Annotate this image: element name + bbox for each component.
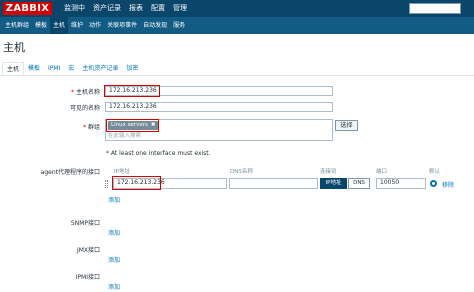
drag-handle-icon[interactable] (105, 180, 108, 188)
nav-configuration[interactable]: 配置 (147, 0, 169, 17)
tab-macros[interactable]: 宏 (64, 62, 78, 75)
default-interface-radio[interactable] (430, 180, 437, 187)
subnav-correlation[interactable]: 关联项事件 (104, 17, 140, 34)
col-default-header: 默认 (429, 169, 441, 175)
select-groups-button[interactable]: 选择 (335, 120, 358, 131)
col-dns-header: DNS名称 (230, 169, 253, 175)
agent-port-input[interactable]: 10050 (376, 178, 426, 189)
groups-search-placeholder[interactable]: 在此输入搜索 (108, 131, 141, 139)
connect-dns-button[interactable]: DNS (348, 178, 370, 189)
tab-bar: 主机 模板 IPMI 宏 主机资产记录 加密 (0, 62, 474, 76)
top-nav: 监测中 资产记录 报表 配置 管理 (60, 0, 191, 17)
zabbix-logo[interactable]: ZABBIX (3, 2, 52, 15)
add-snmp-interface-link[interactable]: 添加 (108, 228, 120, 237)
add-ipmi-interface-link[interactable]: 添加 (108, 282, 120, 291)
highlight-box (112, 176, 161, 190)
host-name-label: * 主机名称 (71, 89, 100, 96)
subnav-hosts[interactable]: 主机 (50, 17, 69, 34)
subnav-actions[interactable]: 动作 (86, 17, 104, 34)
agent-interface-label: agent代理程序的接口 (40, 169, 100, 176)
top-bar: ZABBIX 监测中 资产记录 报表 配置 管理 (0, 0, 474, 17)
remove-interface-link[interactable]: 移除 (442, 180, 454, 189)
snmp-interface-label: SNMP接口 (70, 220, 100, 227)
required-mark: * (83, 124, 87, 131)
highlight-box (104, 85, 160, 97)
agent-dns-input[interactable] (229, 178, 318, 189)
nav-inventory[interactable]: 资产记录 (89, 0, 125, 17)
required-mark: * (71, 89, 75, 96)
interface-warning: * At least one interface must exist. (106, 150, 211, 157)
subnav-host-groups[interactable]: 主机群组 (2, 17, 32, 34)
tab-encryption[interactable]: 加密 (122, 62, 142, 75)
col-port-header: 端口 (376, 169, 388, 175)
search-input[interactable] (409, 3, 461, 14)
tab-ipmi[interactable]: IPMI (44, 62, 64, 75)
sub-nav: 主机群组 模板 主机 维护 动作 关联项事件 自动发现 服务 (0, 17, 474, 34)
groups-label: * 群组 (83, 124, 100, 131)
tab-host[interactable]: 主机 (2, 62, 25, 75)
subnav-discovery[interactable]: 自动发现 (140, 17, 170, 34)
connect-ip-button[interactable]: IP地址 (320, 178, 347, 189)
nav-administration[interactable]: 管理 (169, 0, 191, 17)
add-agent-interface-link[interactable]: 添加 (108, 195, 120, 204)
ipmi-interface-label: IPMI接口 (75, 274, 100, 281)
subnav-maintenance[interactable]: 维护 (68, 17, 86, 34)
jmx-interface-label: JMX接口 (76, 247, 100, 254)
page-title: 主机 (3, 41, 25, 54)
nav-monitoring[interactable]: 监测中 (60, 0, 89, 17)
tab-inventory[interactable]: 主机资产记录 (78, 62, 122, 75)
subnav-services[interactable]: 服务 (170, 17, 188, 34)
visible-name-label: 可见的名称 (69, 105, 100, 112)
add-jmx-interface-link[interactable]: 添加 (108, 255, 120, 264)
col-connect-header: 连接到 (320, 169, 337, 175)
tab-templates[interactable]: 模板 (24, 62, 44, 75)
nav-reports[interactable]: 报表 (125, 0, 147, 17)
subnav-templates[interactable]: 模板 (32, 17, 50, 34)
visible-name-input[interactable]: 172.16.213.236 (105, 102, 333, 112)
col-ip-header: IP地址 (114, 169, 130, 175)
